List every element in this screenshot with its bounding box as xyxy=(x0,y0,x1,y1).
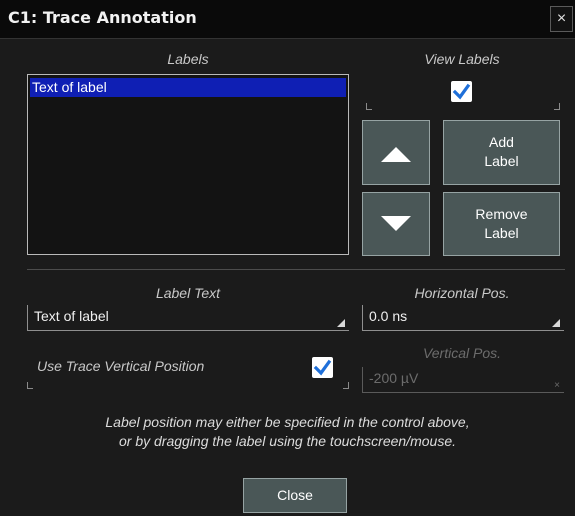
bracket-right xyxy=(554,103,560,110)
horizontal-pos-caption: Horizontal Pos. xyxy=(414,285,510,301)
bracket-right xyxy=(343,382,349,389)
add-label-button[interactable]: Add Label xyxy=(443,120,560,185)
vertical-pos-value: -200 µV xyxy=(369,370,419,386)
disabled-corner-icon: × xyxy=(554,380,560,391)
horizontal-pos-value: 0.0 ns xyxy=(369,308,408,324)
horizontal-pos-input[interactable]: 0.0 ns xyxy=(362,305,564,331)
dialog-title: C1: Trace Annotation xyxy=(8,8,197,27)
use-trace-vertical-caption: Use Trace Vertical Position xyxy=(37,358,205,374)
title-separator xyxy=(0,38,575,39)
checkmark-icon xyxy=(313,359,332,376)
title-bar: C1: Trace Annotation × xyxy=(0,0,575,38)
section-divider xyxy=(27,269,565,270)
checkmark-icon xyxy=(452,83,471,100)
remove-label-text-2: Label xyxy=(484,225,519,241)
bracket-left xyxy=(27,382,33,389)
close-icon[interactable]: × xyxy=(550,6,573,32)
resize-corner-icon xyxy=(552,319,560,327)
list-item[interactable]: Text of label xyxy=(30,78,346,97)
move-down-button[interactable] xyxy=(362,192,430,256)
note-line-1: Label position may either be specified i… xyxy=(105,414,470,430)
close-button[interactable]: Close xyxy=(243,478,347,513)
vertical-pos-input: -200 µV × xyxy=(362,367,564,393)
add-label-text-1: Add xyxy=(489,134,514,150)
remove-label-button[interactable]: Remove Label xyxy=(443,192,560,256)
use-trace-vertical-checkbox[interactable] xyxy=(312,357,333,378)
label-text-value: Text of label xyxy=(34,308,109,324)
triangle-down-icon xyxy=(381,216,411,231)
triangle-up-icon xyxy=(381,147,411,162)
vertical-pos-caption: Vertical Pos. xyxy=(422,345,502,361)
labels-list[interactable]: Text of label xyxy=(27,74,349,255)
view-labels-caption: View Labels xyxy=(424,51,500,67)
remove-label-text-1: Remove xyxy=(475,206,528,222)
trace-annotation-dialog: C1: Trace Annotation × Labels Text of la… xyxy=(0,0,575,516)
labels-caption: Labels xyxy=(167,51,209,67)
note-line-2: or by dragging the label using the touch… xyxy=(119,433,456,449)
bracket-left xyxy=(366,103,372,110)
move-up-button[interactable] xyxy=(362,120,430,185)
label-text-caption: Label Text xyxy=(155,285,221,301)
add-label-text-2: Label xyxy=(484,153,519,169)
label-text-input[interactable]: Text of label xyxy=(27,305,349,331)
resize-corner-icon xyxy=(337,319,345,327)
view-labels-checkbox[interactable] xyxy=(451,81,472,102)
